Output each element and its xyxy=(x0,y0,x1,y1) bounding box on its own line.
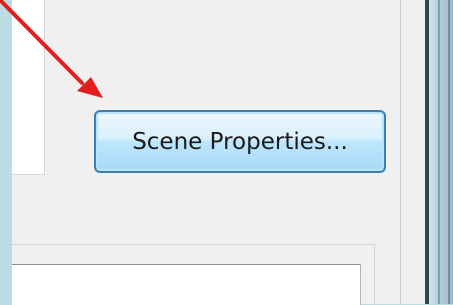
frame-inner-line xyxy=(438,0,440,304)
dialog-edge-divider xyxy=(400,0,401,304)
list-field[interactable] xyxy=(12,264,361,305)
preview-panel xyxy=(12,0,45,175)
frame-outer-line xyxy=(448,0,450,304)
scene-properties-button[interactable]: Scene Properties... xyxy=(94,110,386,173)
